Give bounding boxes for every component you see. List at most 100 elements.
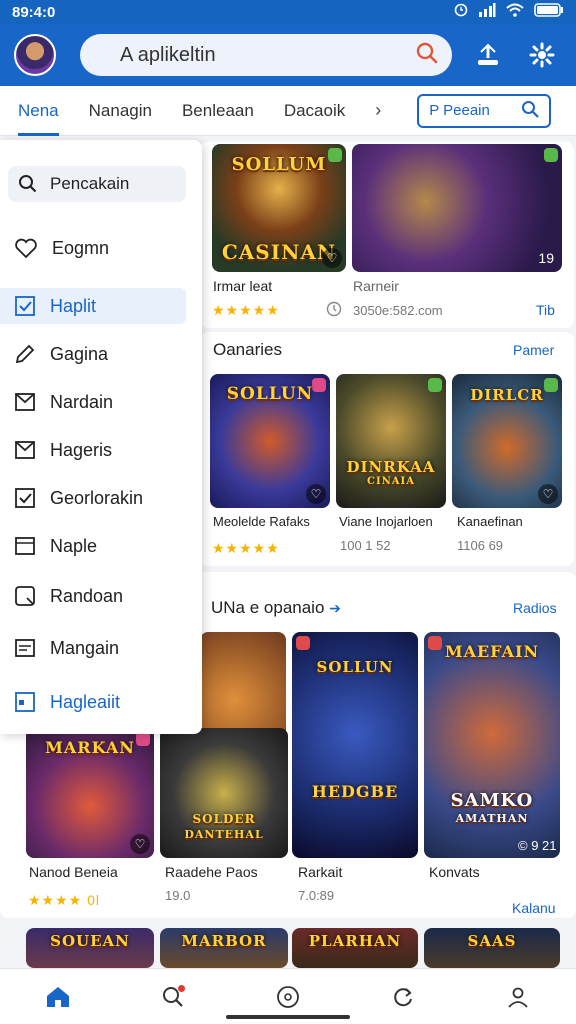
section2-card-3-art[interactable]: MAEFAIN SAMKO AMATHAN	[424, 632, 560, 858]
card-art-subtitle: DANTEHAL	[184, 828, 264, 841]
drawer-search[interactable]: Pencakain	[8, 166, 186, 202]
drawer-item-label: Georlorakin	[50, 487, 144, 508]
section1-card-1-title[interactable]: Viane Inojarloen	[339, 514, 433, 529]
search-text: A aplikeltin	[120, 43, 216, 66]
badge-icon	[296, 636, 310, 650]
row3-card-3[interactable]: SAAS	[424, 928, 560, 968]
search-icon	[19, 175, 37, 193]
section2-card-1-title[interactable]: Raadehe Paos	[165, 864, 258, 880]
section2-card-0-art[interactable]: MARKAN ♡	[26, 728, 154, 858]
compass-icon[interactable]	[268, 977, 308, 1017]
drawer-item-4[interactable]: Hageris	[0, 432, 202, 468]
tab-0[interactable]: Nena	[18, 86, 59, 136]
card-art-title: SOLLUN	[316, 658, 394, 676]
favorite-icon[interactable]: ♡	[538, 484, 558, 504]
upload-icon[interactable]	[470, 37, 506, 73]
drawer-item-label: Gagina	[50, 343, 109, 364]
card-art-title: MARBOR	[181, 932, 267, 950]
section2-card-1-art[interactable]: SOLDER DANTEHAL	[160, 728, 288, 858]
featured-card-0-title[interactable]: Irmar leat	[213, 278, 272, 294]
row3-card-0[interactable]: SOUEAN	[26, 928, 154, 968]
drawer-item-0[interactable]: Eogmn	[0, 230, 202, 266]
search-icon	[521, 100, 540, 122]
card-art-title: MAEFAIN	[444, 642, 540, 661]
card-art-title: SOUEAN	[50, 932, 130, 950]
drawer-item-label: Mangain	[50, 637, 120, 658]
avatar[interactable]	[14, 34, 56, 76]
section2-card-0-title[interactable]: Nanod Beneia	[29, 864, 118, 880]
chevron-right-icon[interactable]: ›	[375, 100, 381, 121]
section2-card-1-meta: 19.0	[165, 888, 191, 903]
section1-link[interactable]: Pamer	[513, 342, 554, 358]
heart-icon	[15, 238, 37, 259]
drawer-item-8[interactable]: Mangain	[0, 630, 202, 666]
drawer-item-label: Haplit	[50, 295, 97, 316]
search-bar[interactable]: A aplikeltin	[80, 34, 452, 76]
featured-card-1-title[interactable]: Rarneir	[353, 278, 399, 294]
tab-1[interactable]: Nanagin	[89, 86, 152, 136]
row3-card-1[interactable]: MARBOR	[160, 928, 288, 968]
section2-card-3-meta: © 9 21	[518, 838, 557, 853]
row3-card-2[interactable]: PLARHAN	[292, 928, 418, 968]
drawer-item-label: Naple	[50, 535, 98, 556]
section1-card-0-art[interactable]: SOLLUN ♡	[210, 374, 330, 508]
wifi-icon	[506, 3, 524, 21]
drawer-item-1[interactable]: Haplit	[0, 288, 186, 324]
drawer-item-label: Hageris	[50, 439, 113, 460]
card-art-title: DINRKAA	[346, 458, 436, 476]
section1-card-1-meta: 100 1 52	[340, 538, 391, 553]
home-icon[interactable]	[38, 977, 78, 1017]
section2-card-2-title[interactable]: Rarkait	[298, 864, 342, 880]
featured-card-1-art[interactable]: 19	[352, 144, 562, 272]
mail-icon	[15, 441, 35, 459]
drawer-item-9[interactable]: Hagleaiit	[0, 684, 202, 720]
favorite-icon[interactable]: ♡	[130, 834, 150, 854]
featured-link[interactable]: Tib	[536, 302, 555, 318]
tab-search-button[interactable]: P Peeain	[417, 93, 552, 128]
settings-icon[interactable]	[524, 37, 560, 73]
section1-card-1-art[interactable]: DINRKAA CINAIA	[336, 374, 446, 508]
section1-card-2-meta: 1106 69	[457, 538, 504, 553]
alarm-icon	[454, 3, 468, 21]
home-indicator[interactable]	[226, 1015, 350, 1019]
drawer-item-6[interactable]: Naple	[0, 528, 202, 564]
section2-card-3-title[interactable]: Konvats	[429, 864, 480, 880]
tab-3[interactable]: Dacaoik	[284, 86, 345, 136]
mail-icon	[15, 393, 35, 411]
refresh-icon[interactable]	[383, 977, 423, 1017]
drawer-item-7[interactable]: Randoan	[0, 578, 202, 614]
featured-card-0-art[interactable]: SOLLUM CASINAN ♡	[212, 144, 346, 272]
drawer-item-5[interactable]: Georlorakin	[0, 480, 202, 516]
arrow-right-icon: ➔	[329, 600, 341, 616]
battery-icon	[534, 3, 564, 21]
side-drawer: Pencakain Eogmn Haplit Gagina Nardain Ha…	[0, 140, 202, 734]
search-icon[interactable]	[416, 42, 438, 69]
tab-search-label: P Peeain	[429, 102, 490, 119]
card-art-tagline: AMATHAN	[455, 812, 529, 825]
section1-title: Oanaries	[213, 340, 282, 359]
section1-card-2-title[interactable]: Kanaefinan	[457, 514, 523, 529]
profile-icon[interactable]	[498, 977, 538, 1017]
search-icon[interactable]	[153, 977, 193, 1017]
card-art-title: DIRLCR	[470, 386, 544, 404]
favorite-icon[interactable]: ♡	[306, 484, 326, 504]
refresh-icon	[15, 586, 35, 606]
card-art-title: MARKAN	[45, 738, 135, 757]
section2-more-link[interactable]: Kalanu	[512, 900, 556, 916]
section1-card-2-art[interactable]: DIRLCR ♡	[452, 374, 562, 508]
window-icon	[15, 537, 35, 555]
drawer-item-label: Eogmn	[52, 237, 110, 258]
section1-card-0-rating: ★★★★★	[212, 540, 280, 556]
card-art-title: PLARHAN	[308, 932, 402, 950]
section2-card-2-art[interactable]: SOLLUN HEDGBE	[292, 632, 418, 858]
section1-card-0-title[interactable]: Meolelde Rafaks	[213, 514, 310, 529]
tab-2[interactable]: Benleaan	[182, 86, 254, 136]
featured-card-0-rating: ★★★★★	[212, 302, 280, 318]
badge-icon	[544, 148, 558, 162]
status-time: 89:4:0	[12, 3, 56, 21]
section2-link[interactable]: Radios	[513, 600, 557, 616]
drawer-item-2[interactable]: Gagina	[0, 336, 202, 372]
favorite-icon[interactable]: ♡	[322, 248, 342, 268]
card-art-title: SOLLUM	[231, 154, 327, 175]
drawer-item-3[interactable]: Nardain	[0, 384, 202, 420]
